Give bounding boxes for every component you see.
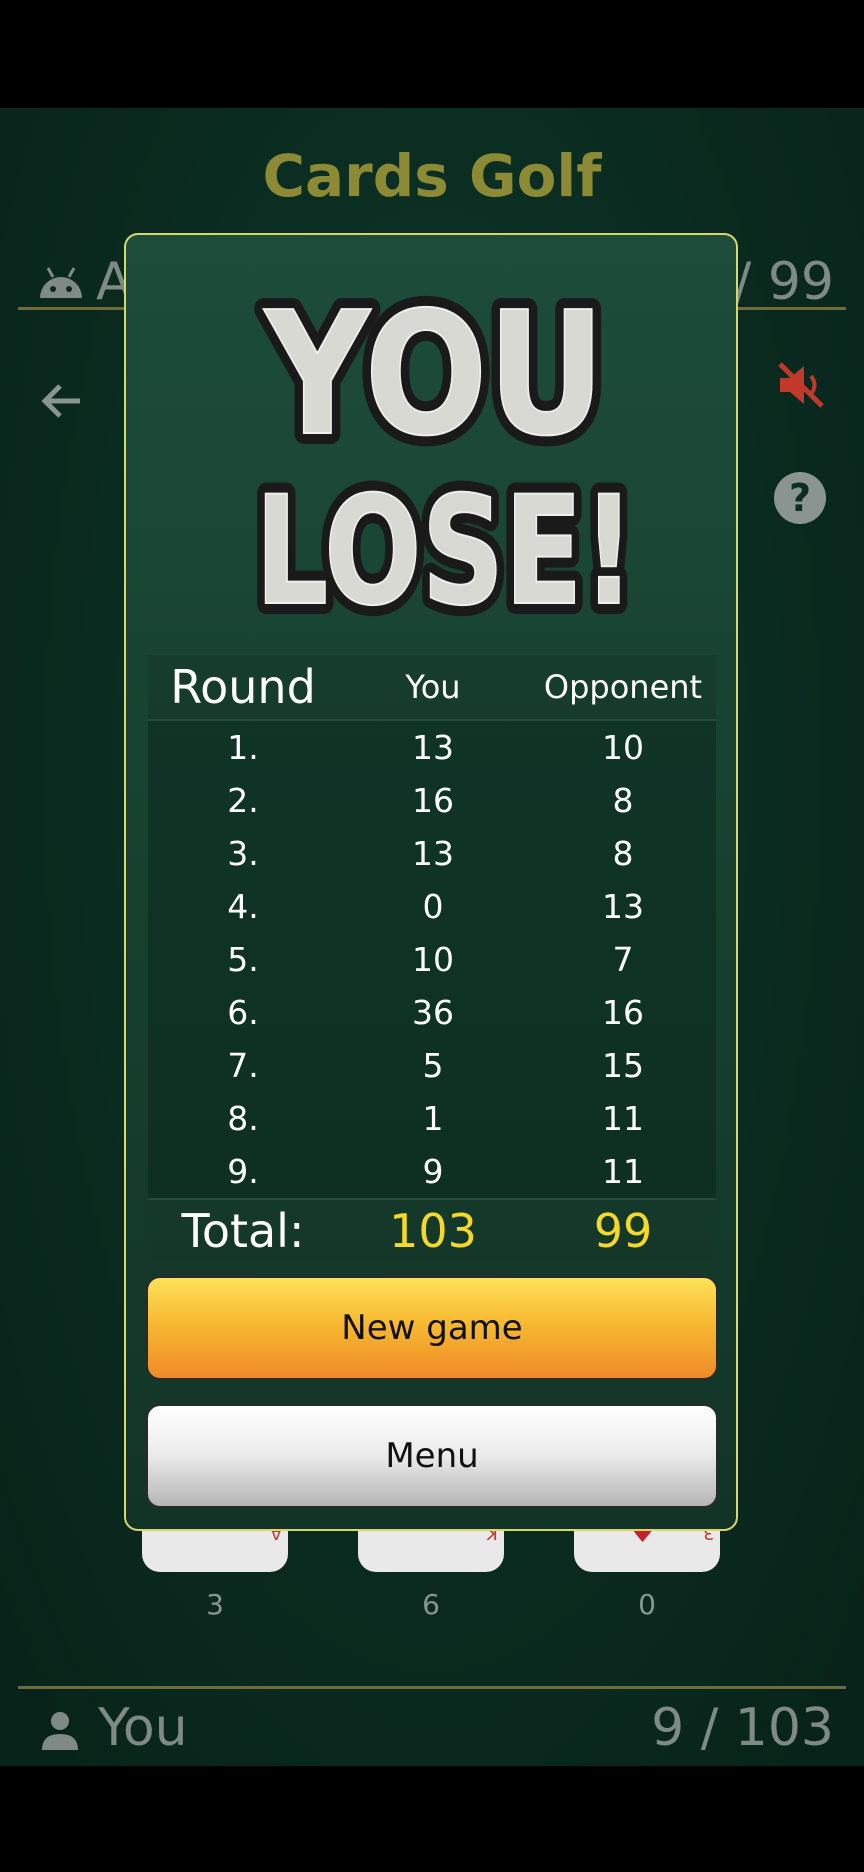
column-count: 6 <box>422 1588 440 1621</box>
round-cell: 1. <box>227 728 259 767</box>
table-row: 2. 16 8 <box>148 774 716 827</box>
back-arrow-icon[interactable] <box>36 376 86 426</box>
table-row: 7. 5 15 <box>148 1039 716 1092</box>
you-cell: 13 <box>412 728 454 767</box>
you-lose-banner: YOU YOU LOSE! LOSE! <box>244 265 646 633</box>
divider <box>18 1686 846 1689</box>
table-row: 6. 36 16 <box>148 986 716 1039</box>
round-cell: 8. <box>227 1099 259 1138</box>
menu-button[interactable]: Menu <box>146 1404 718 1508</box>
round-cell: 9. <box>227 1152 259 1191</box>
opponent-cell: 10 <box>602 728 644 767</box>
you-cell: 1 <box>422 1099 444 1138</box>
you-cell: 13 <box>412 834 454 873</box>
player-score: 9 / 103 <box>651 1698 834 1758</box>
opponent-score: / 99 <box>733 252 834 312</box>
table-row: 8. 1 11 <box>148 1092 716 1145</box>
column-header: Opponent <box>543 668 703 706</box>
mute-icon[interactable] <box>774 358 828 412</box>
opponent-cell: 16 <box>602 993 644 1032</box>
android-icon <box>40 267 82 298</box>
round-cell: 7. <box>227 1046 259 1085</box>
game-over-dialog: YOU YOU LOSE! LOSE! Round You Opponent 1… <box>124 233 738 1531</box>
score-table: Round You Opponent 1. 13 10 2. 16 8 3. 13 8 4.… <box>148 655 716 1262</box>
opponent-cell: 7 <box>612 940 634 979</box>
column-count: 0 <box>638 1588 656 1621</box>
opponent-cell: 15 <box>602 1046 644 1085</box>
total-opponent: 99 <box>593 1204 653 1258</box>
table-body: 1. 13 10 2. 16 8 3. 13 8 4. 0 13 5. 10 7 6. 36 16 7.… <box>148 721 716 1198</box>
player-name: You <box>98 1698 188 1758</box>
column-header: Round <box>170 660 316 714</box>
table-row: 3. 13 8 <box>148 827 716 880</box>
table-row: 9. 9 11 <box>148 1145 716 1198</box>
column-header: You <box>405 668 461 706</box>
you-cell: 5 <box>422 1046 444 1085</box>
you-cell: 36 <box>412 993 454 1032</box>
total-you: 103 <box>389 1204 477 1258</box>
table-row: 4. 0 13 <box>148 880 716 933</box>
round-cell: 2. <box>227 781 259 820</box>
opponent-cell: 8 <box>612 834 634 873</box>
you-cell: 9 <box>422 1152 444 1191</box>
table-footer: Total: 103 99 <box>148 1198 716 1262</box>
total-label: Total: <box>181 1204 305 1258</box>
you-cell: 10 <box>412 940 454 979</box>
round-cell: 3. <box>227 834 259 873</box>
you-cell: 16 <box>412 781 454 820</box>
round-cell: 5. <box>227 940 259 979</box>
page-title: Cards Golf <box>262 142 602 210</box>
help-icon[interactable]: ? <box>774 472 826 524</box>
opponent-cell: 13 <box>602 887 644 926</box>
player-bar: You 9 / 103 <box>18 1686 846 1758</box>
table-row: 5. 10 7 <box>148 933 716 986</box>
banner-line-1: YOU <box>263 276 605 474</box>
you-cell: 0 <box>422 887 444 926</box>
opponent-cell: 11 <box>602 1152 644 1191</box>
round-cell: 6. <box>227 993 259 1032</box>
table-header: Round You Opponent <box>148 655 716 721</box>
opponent-cell: 11 <box>602 1099 644 1138</box>
column-count: 3 <box>206 1588 224 1621</box>
round-cell: 4. <box>227 887 259 926</box>
new-game-button[interactable]: New game <box>146 1276 718 1380</box>
banner-line-2: LOSE! <box>255 465 635 633</box>
person-icon <box>42 1712 78 1750</box>
table-row: 1. 13 10 <box>148 721 716 774</box>
opponent-cell: 8 <box>612 781 634 820</box>
